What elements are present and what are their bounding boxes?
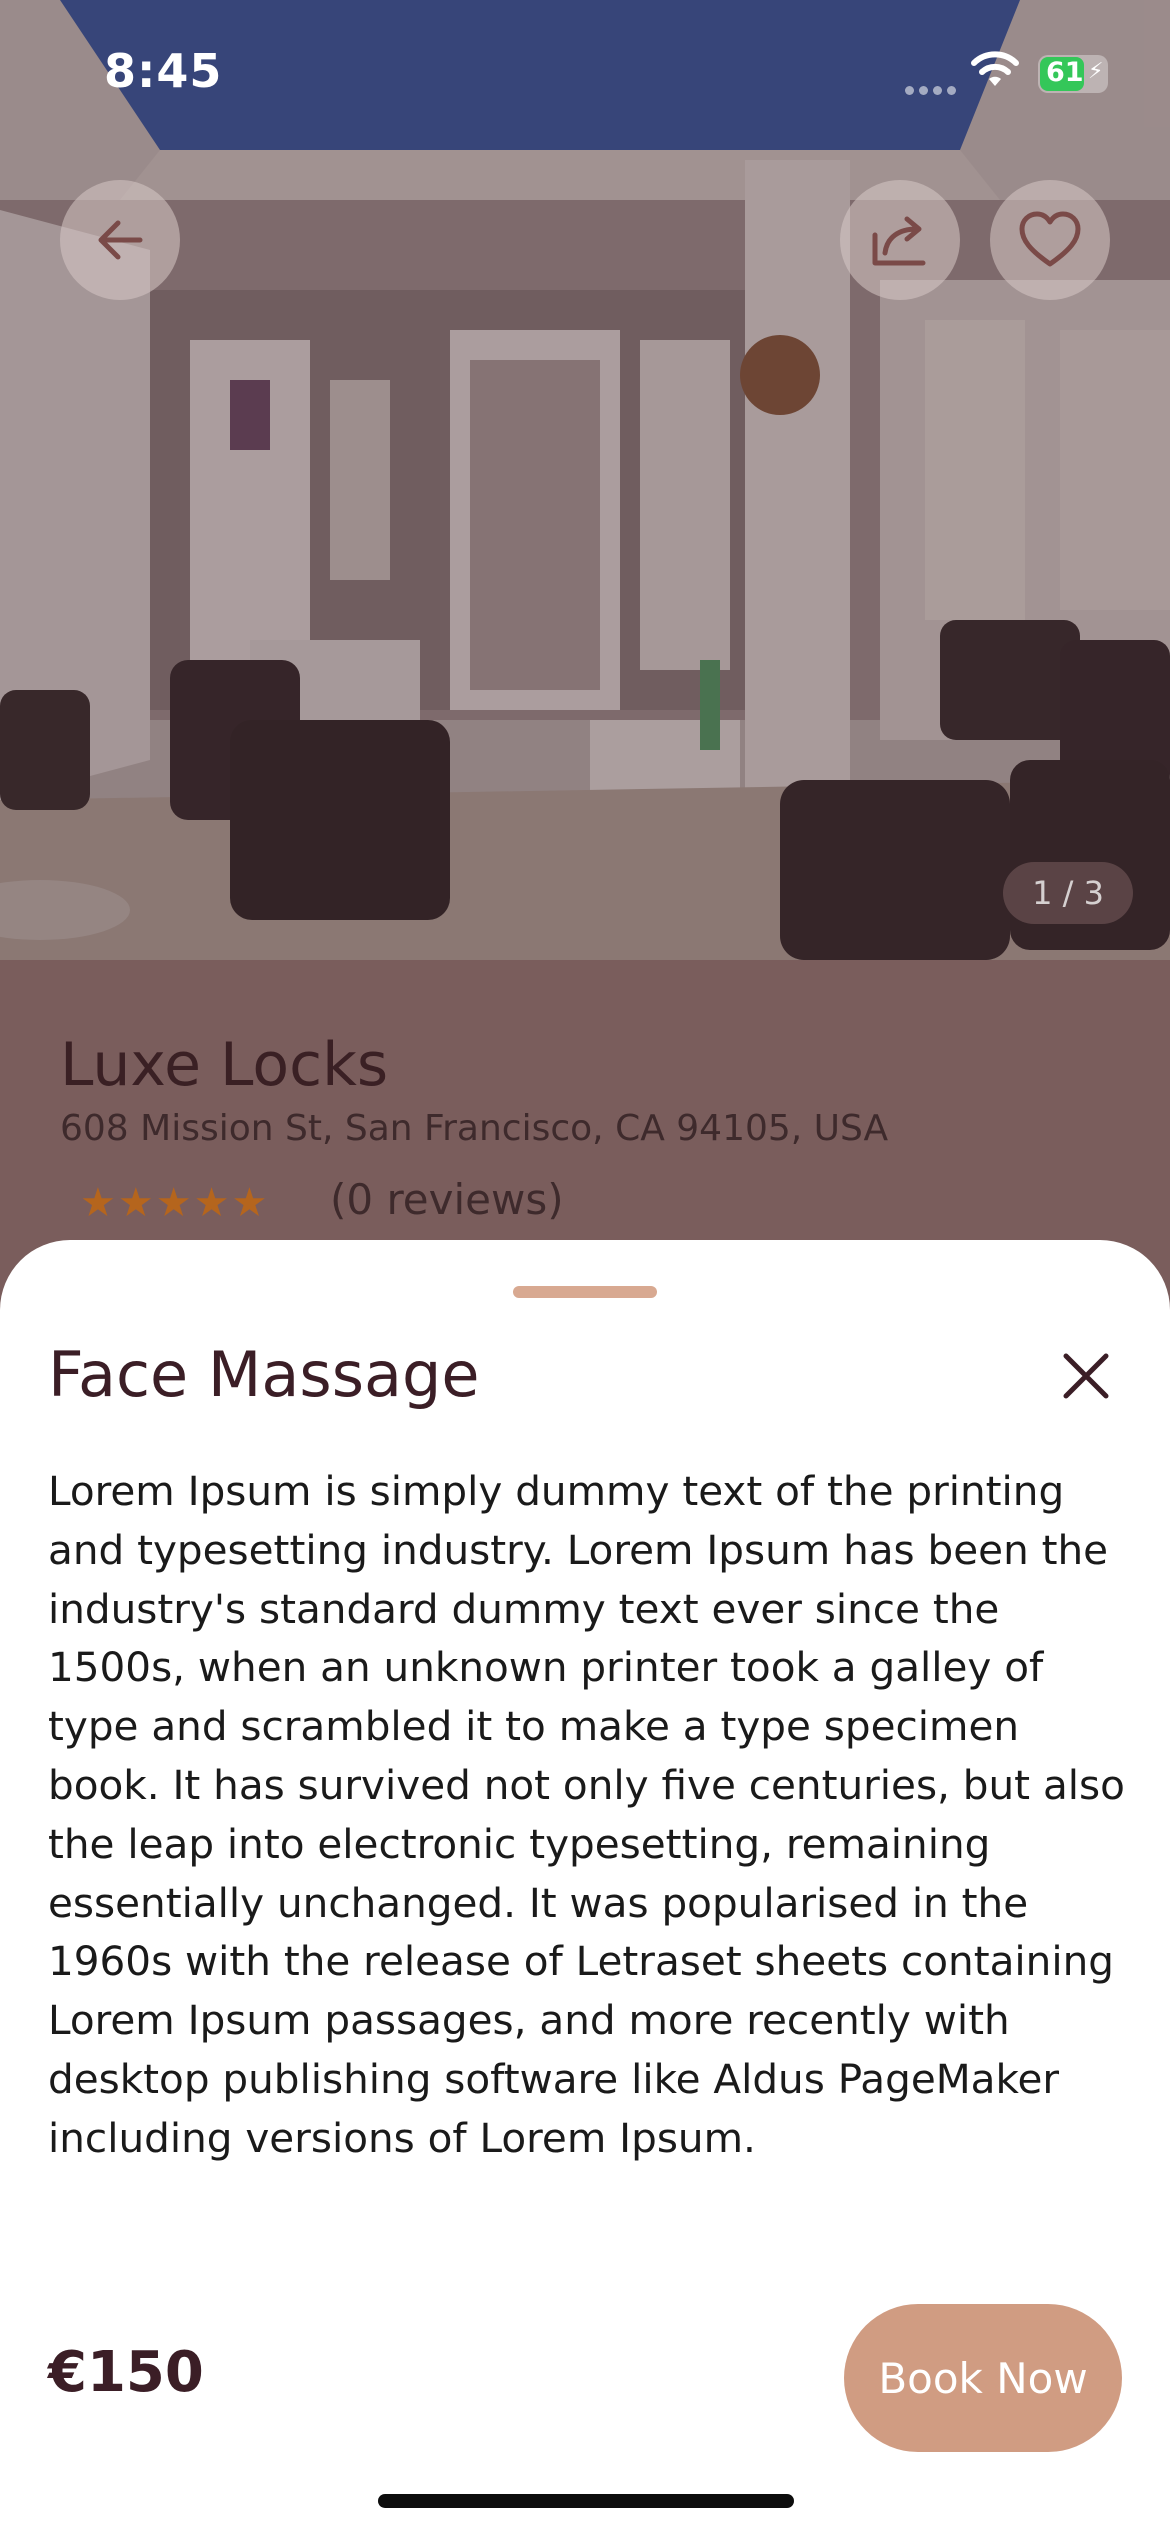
share-icon bbox=[872, 216, 926, 266]
battery-icon: 61 ⚡ bbox=[1038, 55, 1108, 93]
salon-photo[interactable] bbox=[0, 0, 1170, 960]
gallery-pager: 1 / 3 bbox=[1003, 862, 1133, 924]
close-button[interactable] bbox=[1050, 1340, 1122, 1412]
status-bar: 8:45 61 ⚡ bbox=[0, 0, 1170, 140]
status-time: 8:45 bbox=[104, 44, 223, 98]
book-now-button[interactable]: Book Now bbox=[844, 2304, 1122, 2452]
service-description: Lorem Ipsum is simply dummy text of the … bbox=[48, 1467, 1125, 2162]
photo-dim-overlay bbox=[0, 0, 1170, 960]
wifi-icon bbox=[970, 50, 1020, 94]
service-title: Face Massage bbox=[48, 1338, 480, 1411]
service-price: €150 bbox=[48, 2340, 204, 2405]
rating-stars-icon: ★★★★★ bbox=[80, 1180, 270, 1226]
favorite-button[interactable] bbox=[990, 180, 1110, 300]
back-button[interactable] bbox=[60, 180, 180, 300]
salon-address: 608 Mission St, San Francisco, CA 94105,… bbox=[60, 1108, 889, 1149]
sheet-drag-handle[interactable] bbox=[513, 1286, 657, 1298]
arrow-left-icon bbox=[98, 220, 143, 260]
reviews-count[interactable]: (0 reviews) bbox=[330, 1175, 564, 1224]
signal-dots-icon bbox=[905, 80, 961, 99]
service-detail-sheet: Face Massage Lorem Ipsum is simply dummy… bbox=[0, 1240, 1170, 2532]
heart-icon bbox=[1019, 211, 1081, 267]
salon-name: Luxe Locks bbox=[60, 1030, 389, 1100]
salon-info: Luxe Locks 608 Mission St, San Francisco… bbox=[0, 960, 1170, 1260]
share-button[interactable] bbox=[840, 180, 960, 300]
battery-level: 61 bbox=[1046, 57, 1084, 88]
close-icon bbox=[1063, 1353, 1109, 1399]
home-indicator[interactable] bbox=[378, 2494, 794, 2508]
